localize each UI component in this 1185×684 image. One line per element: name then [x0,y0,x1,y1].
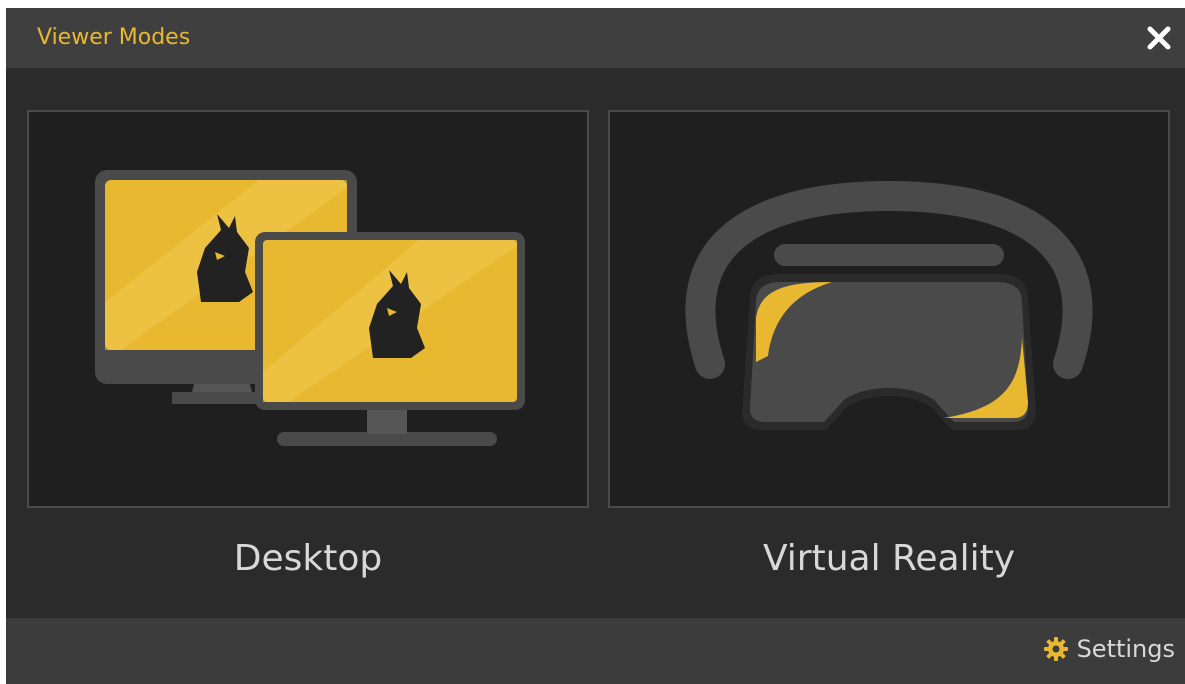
desktop-mode-card[interactable] [27,110,589,508]
close-icon [1147,26,1171,50]
vr-headset-icon [685,180,1093,430]
title-bar: Viewer Modes [6,8,1185,68]
gear-icon [1043,637,1068,661]
desktop-mode-label[interactable]: Desktop [27,535,589,583]
settings-label: Settings [1076,635,1175,663]
footer-bar: Settings [6,618,1185,684]
vr-mode-card[interactable] [608,110,1170,508]
settings-button[interactable]: Settings [1043,632,1175,666]
dual-monitor-icon [95,170,525,446]
vr-mode-label[interactable]: Virtual Reality [608,535,1170,583]
dialog-title: Viewer Modes [37,25,191,50]
viewer-modes-dialog: Viewer Modes Desktop Virtual Reality Set… [6,8,1185,684]
close-button[interactable] [1141,20,1177,56]
